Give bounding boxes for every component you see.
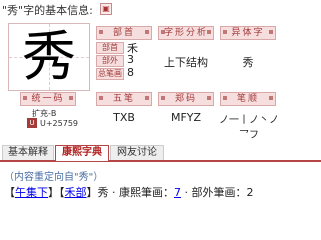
zhengma-label: 郑码: [158, 92, 214, 106]
tab-basic-explanation[interactable]: 基本解释: [2, 145, 54, 160]
structure-value: 上下结构: [164, 56, 208, 69]
unicode-code: U+25759: [40, 119, 79, 128]
section-link[interactable]: 午集下: [15, 186, 48, 199]
redirect-note: （内容重定向自"秀"）: [4, 172, 104, 183]
variant-value[interactable]: 秀: [220, 54, 276, 70]
kangxi-strokes-text: 秀 · 康熙筆画：: [97, 186, 175, 199]
page-title: "秀"字的基本信息:: [2, 4, 93, 17]
outer-strokes-key: 部外: [96, 55, 124, 67]
tab-kangxi-dictionary[interactable]: 康熙字典: [55, 145, 109, 161]
structure-label: 字形分析: [158, 26, 214, 40]
radical-key: 部首: [96, 42, 124, 54]
character-glyph: 秀: [22, 25, 76, 88]
variant-label: 异体字: [220, 26, 276, 40]
total-strokes-key: 总笔画: [96, 68, 124, 80]
tab-user-discussion[interactable]: 网友讨论: [110, 145, 164, 160]
total-strokes-value: 8: [127, 66, 134, 79]
outer-strokes-text: · 部外筆画：2: [181, 186, 254, 199]
stroke-order-label: 笔顺: [220, 92, 276, 106]
info-icon[interactable]: ▣: [100, 3, 112, 15]
outer-strokes-value: 3: [127, 53, 134, 66]
zhengma-value: MFYZ: [170, 111, 202, 124]
unicode-label: 统一码: [20, 92, 76, 106]
character-display: 秀: [8, 23, 90, 91]
stroke-order-value: ノ一丨ノ丶ノ乛フ: [219, 115, 279, 141]
tab-bar: 基本解释 康熙字典 网友讨论: [0, 144, 321, 162]
unicode-badge-icon: U: [27, 118, 37, 128]
bracket-open: 【: [4, 186, 15, 199]
radical-label: 部首: [96, 26, 152, 40]
bracket-mid: 】【: [48, 186, 65, 199]
kangxi-strokes-link[interactable]: 7: [174, 186, 181, 199]
radical-link[interactable]: 禾部: [65, 186, 87, 199]
wubi-label: 五笔: [96, 92, 152, 106]
bracket-close: 】: [86, 186, 98, 199]
wubi-value: TXB: [113, 111, 135, 124]
kangxi-entry-line: 【午集下】【禾部】秀 · 康熙筆画：7 · 部外筆画：2: [4, 184, 254, 200]
